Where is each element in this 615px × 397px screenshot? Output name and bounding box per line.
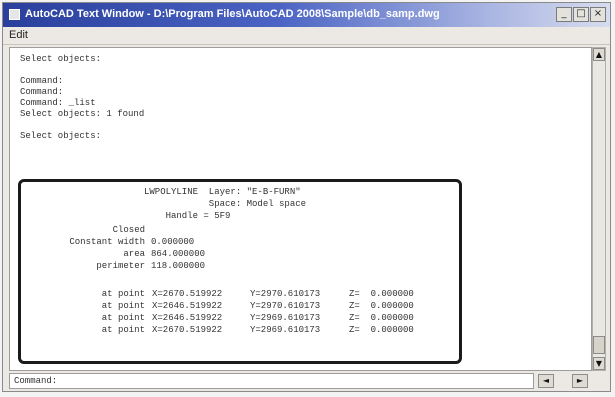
command-history-area[interactable]: Select objects: Command: Command: Comman… [9, 47, 592, 371]
horizontal-scroll-controls: ◄ ► [534, 373, 606, 389]
property-label: Closed [112, 225, 145, 235]
log-line: Select objects: 1 found [20, 109, 145, 119]
property-value: 864.000000 [151, 249, 206, 259]
title-bar[interactable]: AutoCAD Text Window - D:\Program Files\A… [3, 3, 610, 27]
command-history-log: Select objects: Command: Command: Comman… [20, 54, 144, 142]
vertex-label: at point [101, 313, 145, 323]
property-label: area [123, 249, 145, 259]
autocad-app-icon [9, 9, 20, 20]
window-controls: _ □ × [555, 7, 606, 22]
scroll-thumb[interactable] [593, 336, 605, 354]
vertex-z: Z= 0.000000 [349, 289, 414, 299]
log-line: Command: [20, 87, 64, 97]
menu-bar: Edit [3, 27, 610, 45]
property-label: perimeter [96, 261, 145, 271]
vertical-scrollbar[interactable]: ▲ ▼ [592, 47, 606, 371]
close-button[interactable]: × [590, 7, 606, 22]
log-line: Select objects: [20, 54, 102, 64]
command-prompt: Command: [14, 376, 58, 386]
vertex-y: Y=2969.610173 [250, 325, 321, 335]
vertex-z: Z= 0.000000 [349, 325, 414, 335]
scroll-down-button[interactable]: ▼ [593, 357, 605, 370]
vertex-x: X=2670.519922 [152, 289, 223, 299]
vertex-x: X=2670.519922 [152, 325, 223, 335]
entity-type-line: LWPOLYLINE Layer: "E-B-FURN" [144, 187, 301, 197]
log-line: Select objects: [20, 131, 102, 141]
property-value: 118.000000 [151, 261, 206, 271]
vertex-label: at point [101, 325, 145, 335]
vertex-label: at point [101, 301, 145, 311]
scroll-up-button[interactable]: ▲ [593, 48, 605, 61]
vertex-z: Z= 0.000000 [349, 301, 414, 311]
minimize-button[interactable]: _ [556, 7, 572, 22]
vertex-z: Z= 0.000000 [349, 313, 414, 323]
autocad-text-window: AutoCAD Text Window - D:\Program Files\A… [2, 2, 611, 392]
vertex-x: X=2646.519922 [152, 301, 223, 311]
maximize-button[interactable]: □ [573, 7, 589, 22]
command-input[interactable] [70, 376, 370, 387]
log-line: Command: [20, 76, 64, 86]
property-value: 0.000000 [151, 237, 195, 247]
space-line: Space: Model space [144, 199, 307, 209]
scroll-right-button[interactable]: ► [572, 374, 588, 388]
log-line: Command: _list [20, 98, 96, 108]
command-line[interactable]: Command: [9, 373, 534, 389]
vertex-y: Y=2970.610173 [250, 301, 321, 311]
vertex-label: at point [101, 289, 145, 299]
vertex-y: Y=2969.610173 [250, 313, 321, 323]
property-label: Constant width [69, 237, 145, 247]
handle-line: Handle = 5F9 [144, 211, 231, 221]
list-output-highlight: LWPOLYLINE Layer: "E-B-FURN" Space: Mode… [18, 179, 462, 364]
vertex-y: Y=2970.610173 [250, 289, 321, 299]
vertex-x: X=2646.519922 [152, 313, 223, 323]
window-title: AutoCAD Text Window - D:\Program Files\A… [25, 8, 440, 20]
scroll-left-button[interactable]: ◄ [538, 374, 554, 388]
menu-edit[interactable]: Edit [9, 29, 28, 41]
